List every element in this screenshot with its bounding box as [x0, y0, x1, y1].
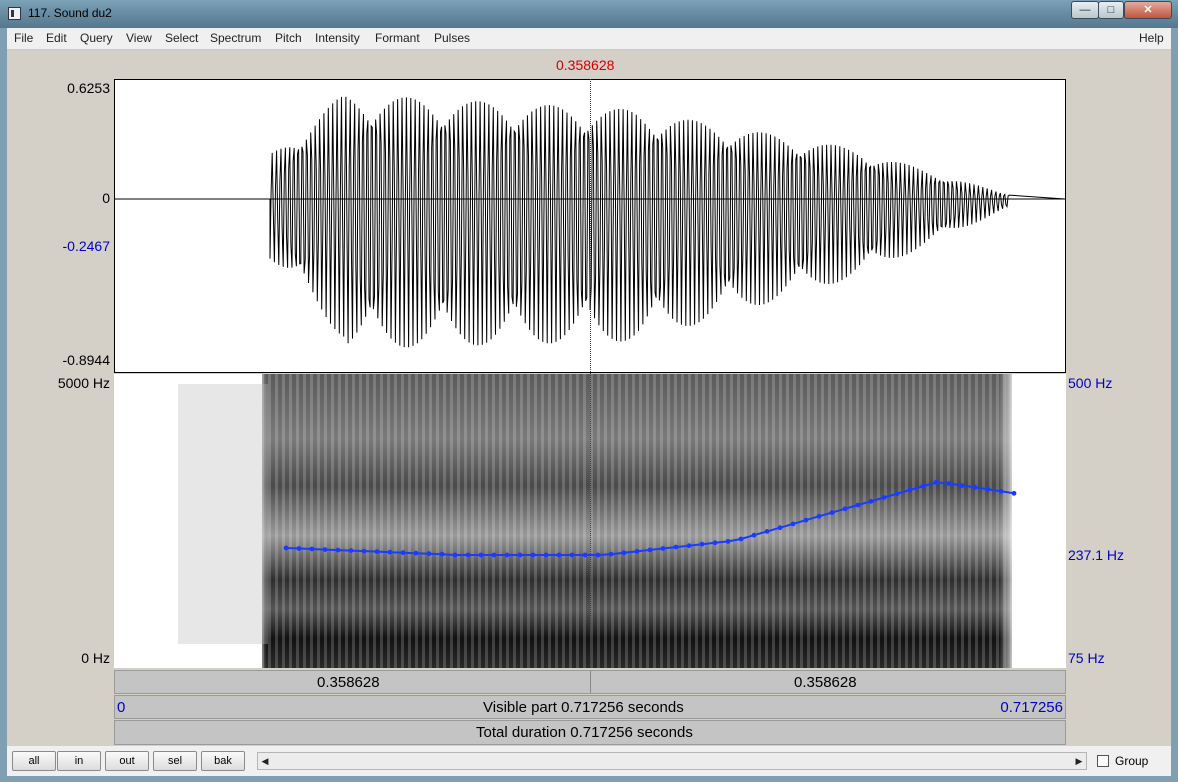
pitch-point: [751, 532, 757, 538]
pitch-point: [855, 502, 861, 508]
pitch-point: [920, 483, 926, 489]
pitch-point: [309, 546, 315, 552]
pitch-point: [907, 487, 913, 493]
visible-end-label: 0.717256: [1000, 699, 1063, 716]
spectrogram-max-freq-label: 5000 Hz: [57, 375, 110, 391]
total-duration-label: Total duration 0.717256 seconds: [476, 724, 693, 741]
pitch-point: [582, 552, 588, 558]
pitch-point: [465, 552, 471, 558]
in-button[interactable]: in: [57, 751, 101, 771]
spectrogram-min-freq-label: 0 Hz: [81, 650, 110, 666]
pitch-point: [478, 552, 484, 558]
right-segment-label: 0.358628: [794, 674, 857, 691]
pitch-point: [634, 549, 640, 554]
sel-button[interactable]: sel: [153, 751, 197, 771]
pitch-point: [569, 552, 575, 558]
pitch-point: [816, 513, 822, 519]
group-checkbox[interactable]: [1097, 755, 1109, 767]
pitch-point: [790, 521, 796, 527]
bottom-toolbar: all in out sel bak ◀ ▶ Group: [7, 746, 1171, 776]
pitch-point: [517, 552, 523, 558]
waveform-cursor-value-label: -0.2467: [62, 238, 110, 254]
pitch-point: [400, 550, 406, 556]
pitch-point: [647, 547, 653, 553]
pitch-point: [998, 488, 1004, 494]
pitch-point: [361, 548, 367, 554]
pitch-point: [829, 510, 835, 515]
pitch-value-label: 237.1 Hz: [1068, 547, 1125, 563]
pitch-point: [491, 552, 497, 558]
pitch-point: [556, 552, 562, 558]
group-label: Group: [1115, 754, 1149, 768]
pitch-point: [504, 552, 510, 558]
waveform-zero-label: 0: [102, 190, 110, 206]
pitch-point: [1011, 490, 1017, 496]
total-duration-bar[interactable]: Total duration 0.717256 seconds: [114, 720, 1066, 745]
pitch-point: [959, 483, 965, 488]
waveform-min-label: -0.8944: [62, 352, 110, 368]
pitch-point: [283, 545, 289, 551]
segment-divider: [590, 671, 591, 693]
sound-editor-area[interactable]: 0.358628 0.6253 0 -0.2467 -0.8944 5000 H…: [0, 0, 1178, 746]
pitch-point: [673, 544, 679, 550]
waveform-max-label: 0.6253: [67, 80, 110, 96]
visible-start-label: 0: [117, 699, 126, 716]
pitch-point: [764, 529, 770, 534]
pitch-point: [725, 539, 731, 544]
pitch-point: [699, 541, 705, 547]
pitch-max-label: 500 Hz: [1068, 375, 1113, 391]
time-cursor[interactable]: [590, 79, 591, 668]
pitch-point: [439, 551, 445, 557]
pitch-point: [452, 552, 458, 558]
spectrogram-noise: [178, 384, 268, 644]
scroll-left-icon[interactable]: ◀: [258, 753, 272, 769]
pitch-point: [621, 550, 627, 556]
pitch-point: [842, 506, 848, 512]
visible-part-bar[interactable]: 0 Visible part 0.717256 seconds 0.717256: [114, 695, 1066, 719]
pitch-point: [348, 548, 354, 553]
pitch-point: [426, 551, 432, 557]
pitch-min-label: 75 Hz: [1068, 650, 1105, 666]
pitch-point: [608, 551, 614, 557]
pitch-point: [894, 491, 900, 497]
pitch-point: [322, 547, 328, 552]
pitch-point: [985, 486, 991, 492]
pitch-point: [803, 517, 809, 523]
pitch-point: [387, 549, 393, 555]
pitch-point: [335, 547, 341, 553]
pitch-point: [296, 546, 302, 551]
pitch-point: [881, 495, 887, 500]
pitch-point: [530, 552, 536, 558]
visible-part-label: Visible part 0.717256 seconds: [483, 699, 684, 716]
pitch-point: [686, 543, 692, 549]
pitch-point: [374, 549, 380, 554]
pitch-point: [712, 540, 718, 546]
pitch-point: [777, 525, 783, 531]
time-segment-bar[interactable]: 0.358628 0.358628: [114, 670, 1066, 694]
pitch-point: [868, 498, 874, 504]
scroll-right-icon[interactable]: ▶: [1072, 753, 1086, 769]
pitch-point: [660, 546, 666, 551]
pitch-point: [543, 552, 549, 558]
pitch-point: [933, 480, 939, 485]
pitch-point: [946, 481, 952, 486]
left-segment-label: 0.358628: [317, 674, 380, 691]
cursor-time-label: 0.358628: [556, 57, 615, 73]
pitch-point: [738, 536, 744, 542]
all-button[interactable]: all: [12, 751, 56, 771]
horizontal-scrollbar[interactable]: ◀ ▶: [257, 752, 1087, 770]
pitch-point: [972, 485, 978, 490]
pitch-point: [595, 552, 601, 558]
bak-button[interactable]: bak: [201, 751, 245, 771]
out-button[interactable]: out: [105, 751, 149, 771]
window-frame-bottom: [0, 776, 1178, 782]
pitch-point: [413, 550, 419, 556]
